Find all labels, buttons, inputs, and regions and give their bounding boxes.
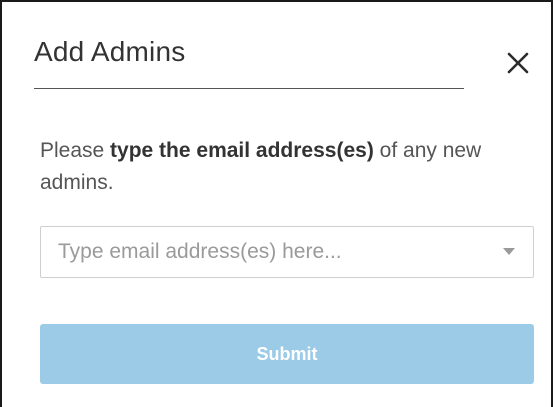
close-button[interactable]	[500, 45, 536, 81]
close-icon	[507, 52, 529, 74]
dialog-title: Add Admins	[34, 36, 186, 67]
chevron-down-icon[interactable]	[503, 248, 515, 255]
instructions-prefix: Please	[40, 139, 111, 162]
email-input-placeholder: Type email address(es) here...	[58, 240, 342, 263]
add-admins-dialog: Add Admins Please type the email address…	[0, 0, 553, 407]
instructions-emphasis: type the email address(es)	[110, 139, 374, 162]
submit-button[interactable]: Submit	[40, 324, 534, 384]
instructions-text: Please type the email address(es) of any…	[40, 135, 540, 199]
email-input[interactable]: Type email address(es) here...	[40, 226, 534, 278]
title-divider	[34, 88, 464, 89]
